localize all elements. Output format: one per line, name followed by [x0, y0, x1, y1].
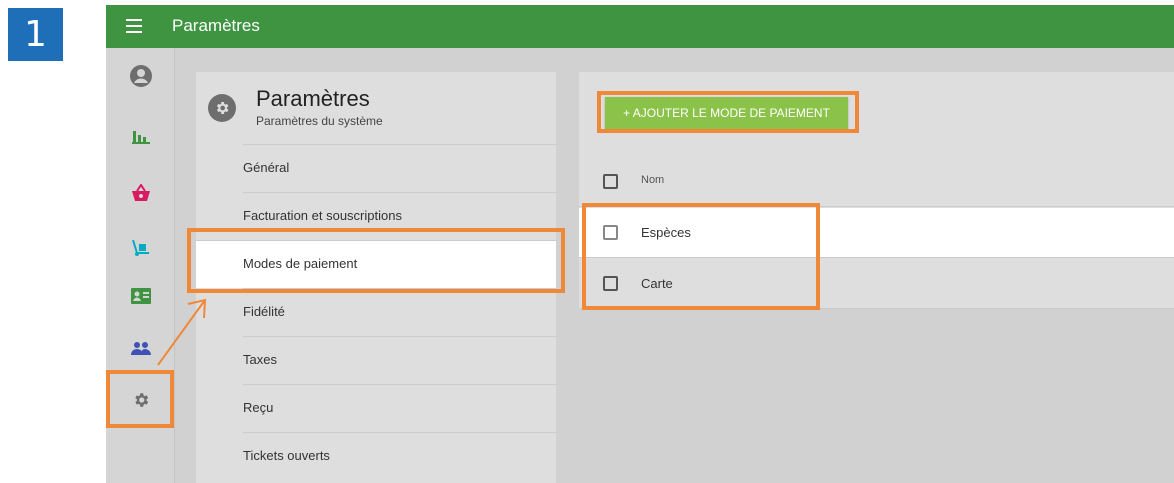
- payment-modes-panel: + AJOUTER LE MODE DE PAIEMENT Nom Espèce…: [579, 72, 1174, 309]
- table-header: Nom: [579, 157, 1174, 207]
- menu-item-label: Général: [243, 160, 290, 175]
- row-checkbox[interactable]: [603, 276, 618, 291]
- payment-mode-name: Espèces: [641, 225, 691, 240]
- step-number-badge: 1: [8, 8, 63, 61]
- settings-title: Paramètres: [256, 86, 370, 111]
- menu-item-receipt[interactable]: Reçu: [243, 384, 556, 432]
- menu-item-payment-modes[interactable]: Modes de paiement: [196, 240, 556, 288]
- menu-item-label: Facturation et souscriptions: [243, 208, 402, 223]
- row-checkbox[interactable]: [603, 225, 618, 240]
- gear-icon[interactable]: [106, 380, 175, 420]
- dolly-icon[interactable]: [106, 228, 175, 268]
- pointer-arrow-icon: [157, 298, 207, 366]
- menu-item-label: Tickets ouverts: [243, 448, 330, 463]
- menu-item-taxes[interactable]: Taxes: [243, 336, 556, 384]
- settings-menu-list: Général Facturation et souscriptions Mod…: [196, 144, 556, 480]
- settings-header: Paramètres Paramètres du système: [196, 72, 556, 144]
- page-title: Paramètres: [172, 16, 260, 35]
- settings-gear-icon: [208, 94, 236, 122]
- column-header-name: Nom: [641, 174, 665, 186]
- navigation-rail: [106, 48, 175, 483]
- app-window: Paramètres Paramètres Paramètres du syst…: [106, 5, 1174, 483]
- select-all-checkbox[interactable]: [603, 174, 618, 189]
- table-row[interactable]: Carte: [579, 259, 1174, 309]
- hamburger-menu-icon[interactable]: [126, 19, 142, 33]
- menu-item-label: Fidélité: [243, 304, 285, 319]
- menu-item-label: Modes de paiement: [243, 256, 358, 271]
- menu-item-billing[interactable]: Facturation et souscriptions: [243, 192, 556, 240]
- payment-mode-name: Carte: [641, 276, 673, 291]
- basket-icon[interactable]: [106, 173, 175, 213]
- account-icon[interactable]: [106, 56, 175, 96]
- add-payment-mode-button[interactable]: + AJOUTER LE MODE DE PAIEMENT: [605, 97, 848, 129]
- menu-item-general[interactable]: Général: [243, 144, 556, 192]
- bar-chart-icon[interactable]: [106, 116, 175, 156]
- menu-item-label: Taxes: [243, 352, 277, 367]
- settings-menu-panel: Paramètres Paramètres du système Général…: [196, 72, 556, 483]
- menu-item-open-tickets[interactable]: Tickets ouverts: [243, 432, 556, 480]
- top-app-bar: Paramètres: [106, 5, 1174, 48]
- settings-subtitle: Paramètres du système: [256, 114, 383, 128]
- table-row[interactable]: Espèces: [579, 208, 1174, 258]
- menu-item-label: Reçu: [243, 400, 274, 415]
- menu-item-loyalty[interactable]: Fidélité: [243, 288, 556, 336]
